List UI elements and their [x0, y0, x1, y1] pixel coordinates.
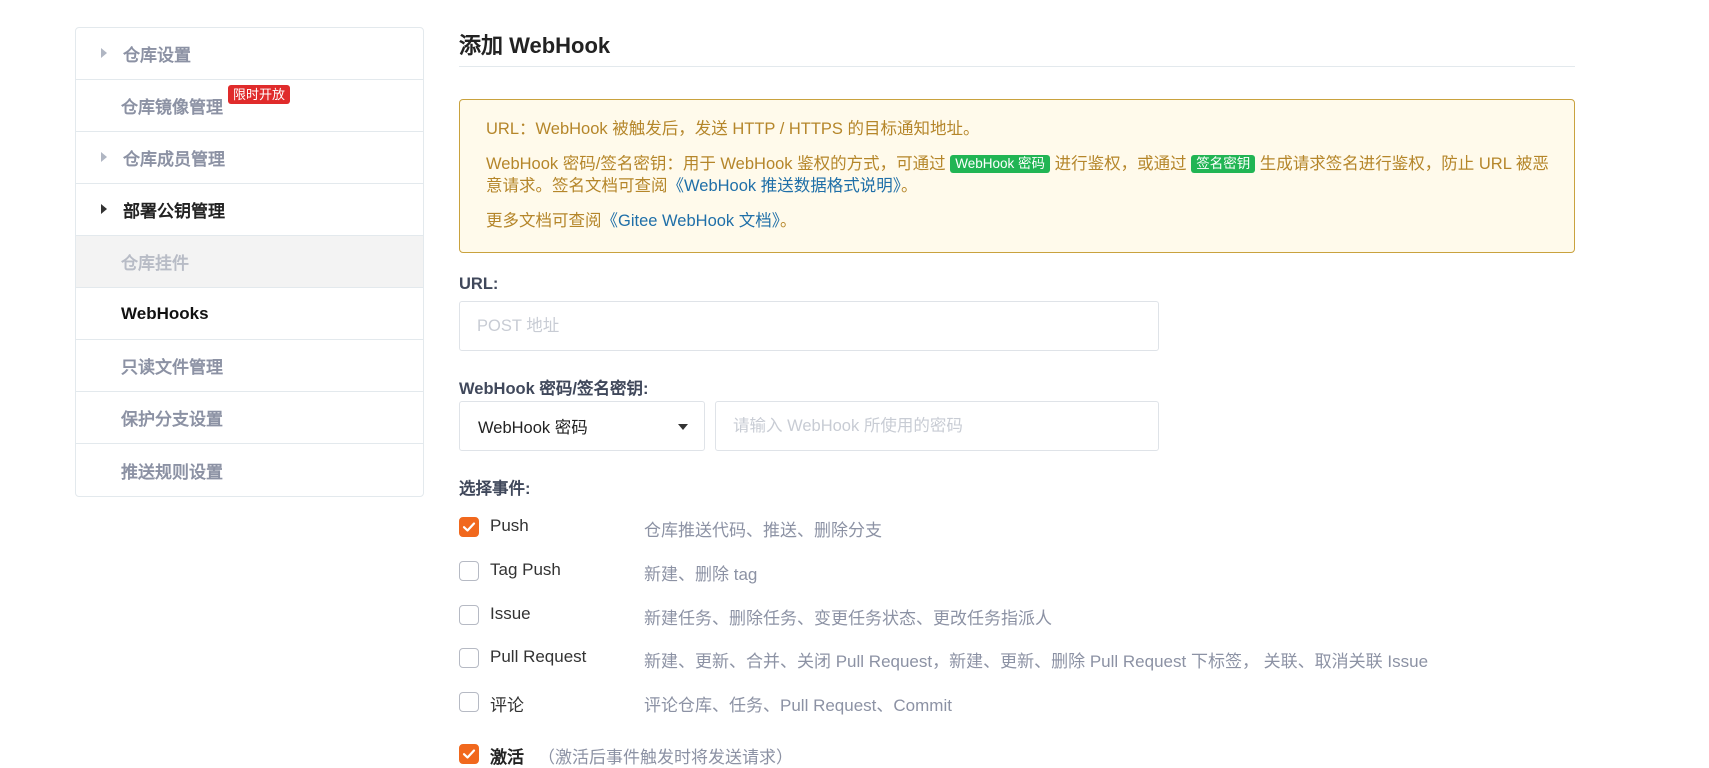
- pull-request-checkbox[interactable]: [459, 648, 479, 668]
- events-label: 选择事件:: [459, 480, 531, 498]
- sidebar-item-label: 只读文件管理: [121, 358, 223, 377]
- sidebar-item-push-rules[interactable]: 推送规则设置: [76, 444, 423, 496]
- event-row-pull-request: Pull Request 新建、更新、合并、关闭 Pull Request，新建…: [459, 647, 1575, 671]
- caret-right-icon: [101, 203, 107, 214]
- sidebar-item-repo-settings[interactable]: 仓库设置: [76, 28, 423, 80]
- sidebar-item-label: 仓库成员管理: [123, 150, 225, 169]
- event-name: Tag Push: [490, 560, 561, 579]
- url-label: URL:: [459, 275, 499, 293]
- tag-webhook-password: WebHook 密码: [950, 155, 1051, 173]
- notice-line-docs: 更多文档可查阅《Gitee WebHook 文档》。: [486, 210, 1549, 232]
- sidebar-item-label: 保护分支设置: [121, 410, 223, 429]
- check-icon: [462, 522, 476, 532]
- notice-line-secret: WebHook 密码/签名密钥：用于 WebHook 鉴权的方式，可通过 Web…: [486, 153, 1549, 197]
- comment-checkbox[interactable]: [459, 692, 479, 712]
- event-name: 评论: [490, 696, 524, 715]
- event-desc: 评论仓库、任务、Pull Request、Commit: [644, 696, 952, 715]
- event-desc: 新建、更新、合并、关闭 Pull Request，新建、更新、删除 Pull R…: [644, 652, 1429, 671]
- event-row-comment: 评论 评论仓库、任务、Pull Request、Commit: [459, 691, 1575, 715]
- page-title: 添加 WebHook: [459, 33, 611, 58]
- event-name: Issue: [490, 604, 531, 623]
- sidebar-item-webhooks[interactable]: WebHooks: [76, 288, 423, 340]
- caret-right-icon: [101, 47, 107, 58]
- sidebar-item-label: 仓库镜像管理: [121, 98, 223, 117]
- sidebar-item-protected-branches[interactable]: 保护分支设置: [76, 392, 423, 444]
- secret-type-value: WebHook 密码: [478, 419, 588, 437]
- event-row-push: Push 仓库推送代码、推送、删除分支: [459, 516, 1575, 540]
- sidebar-item-deploy-keys[interactable]: 部署公钥管理: [76, 184, 423, 236]
- notice-line-url: URL：WebHook 被触发后，发送 HTTP / HTTPS 的目标通知地址…: [486, 120, 980, 138]
- notice-text: 。: [780, 212, 797, 230]
- event-desc: 新建任务、删除任务、变更任务状态、更改任务指派人: [644, 609, 1052, 628]
- sidebar-item-repo-widget: 仓库挂件: [76, 236, 423, 288]
- notice-text: 进行鉴权，或通过: [1054, 155, 1187, 173]
- limited-open-badge: 限时开放: [228, 85, 291, 104]
- sidebar-item-label: WebHooks: [121, 303, 209, 323]
- event-row-issue: Issue 新建任务、删除任务、变更任务状态、更改任务指派人: [459, 604, 1575, 628]
- sidebar-item-repo-mirror[interactable]: 仓库镜像管理 限时开放: [76, 80, 423, 132]
- secret-label: WebHook 密码/签名密钥:: [459, 380, 649, 398]
- link-gitee-webhook-docs[interactable]: 《Gitee WebHook 文档》: [602, 212, 781, 230]
- issue-checkbox[interactable]: [459, 605, 479, 625]
- sidebar-item-label: 推送规则设置: [121, 462, 223, 482]
- title-divider: [459, 66, 1575, 67]
- sidebar-item-label: 仓库挂件: [121, 254, 189, 273]
- event-desc: 新建、删除 tag: [644, 565, 758, 584]
- caret-right-icon: [101, 151, 107, 162]
- activate-hint: （激活后事件触发时将发送请求）: [538, 748, 793, 767]
- notice-text: WebHook 密码/签名密钥：用于 WebHook 鉴权的方式，可通过: [486, 155, 946, 173]
- secret-type-select[interactable]: WebHook 密码: [459, 401, 705, 451]
- event-row-tag-push: Tag Push 新建、删除 tag: [459, 560, 1575, 584]
- link-push-data-format[interactable]: 《WebHook 推送数据格式说明》: [668, 177, 901, 195]
- sidebar-item-label: 仓库设置: [123, 46, 191, 65]
- activate-row: 激活 （激活后事件触发时将发送请求）: [459, 743, 1575, 767]
- settings-sidebar: 仓库设置 仓库镜像管理 限时开放 仓库成员管理 部署公钥管理 仓库挂件 WebH…: [75, 27, 424, 497]
- push-checkbox[interactable]: [459, 517, 479, 537]
- activate-label: 激活: [490, 748, 524, 767]
- tag-signature-key: 签名密钥: [1191, 155, 1256, 173]
- event-name: Pull Request: [490, 647, 587, 666]
- tag-push-checkbox[interactable]: [459, 561, 479, 581]
- activate-checkbox[interactable]: [459, 744, 479, 764]
- caret-down-icon: [678, 424, 688, 430]
- check-icon: [462, 749, 476, 759]
- notice-text: 更多文档可查阅: [486, 212, 602, 230]
- url-input[interactable]: [459, 301, 1159, 351]
- event-name: Push: [490, 516, 529, 535]
- sidebar-item-repo-members[interactable]: 仓库成员管理: [76, 132, 423, 184]
- sidebar-item-readonly-files[interactable]: 只读文件管理: [76, 340, 423, 392]
- notice-text: 。: [900, 177, 918, 195]
- info-notice: URL：WebHook 被触发后，发送 HTTP / HTTPS 的目标通知地址…: [459, 99, 1575, 253]
- event-desc: 仓库推送代码、推送、删除分支: [644, 521, 882, 540]
- sidebar-item-label: 部署公钥管理: [123, 202, 225, 221]
- secret-input[interactable]: [715, 401, 1159, 451]
